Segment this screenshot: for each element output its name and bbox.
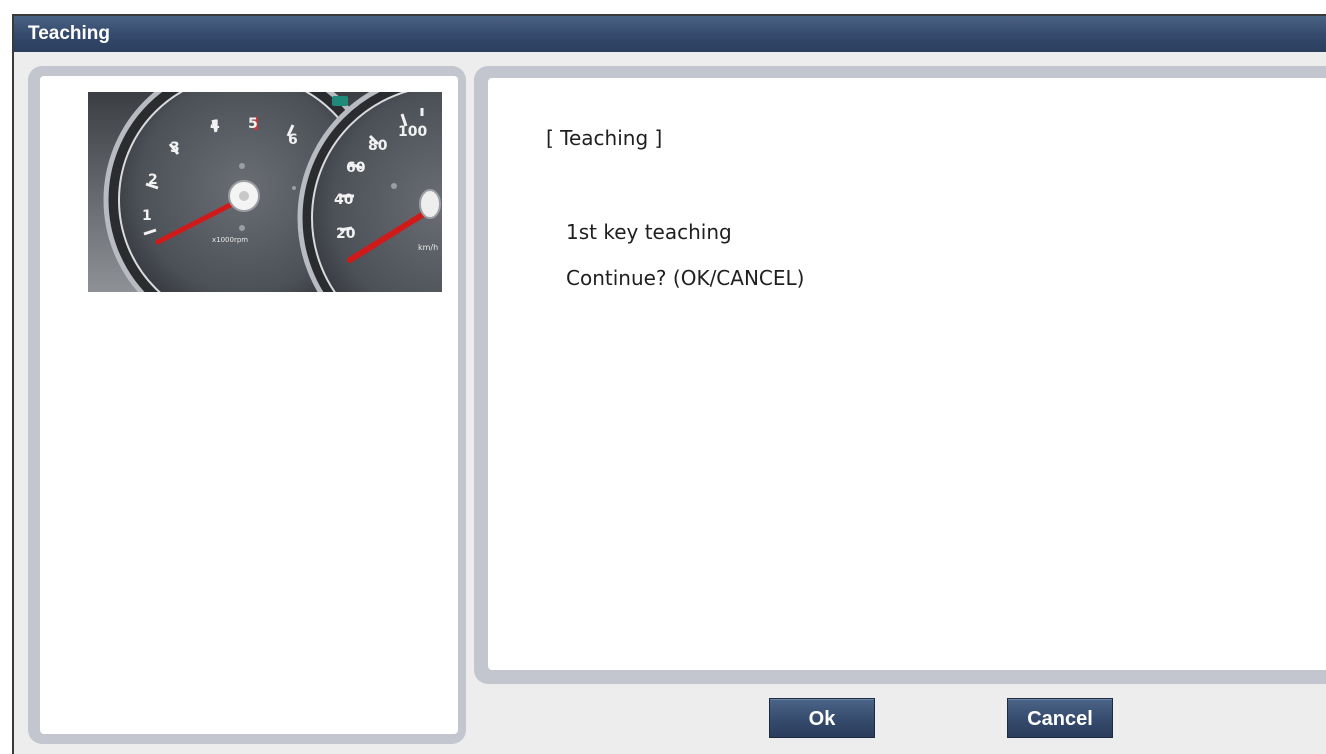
message-line-2: Continue? (OK/CANCEL) xyxy=(566,266,805,290)
ok-button[interactable]: Ok xyxy=(769,698,875,738)
message-panel: [ Teaching ] 1st key teaching Continue? … xyxy=(474,66,1326,684)
speed-tick-label: 100 xyxy=(398,124,427,140)
instrument-cluster-gauge-icon: 1 2 3 4 5 6 x1000rpm 20 40 60 80 100 km/… xyxy=(88,92,442,292)
speed-tick-label: 40 xyxy=(334,192,354,208)
speed-unit-label: km/h xyxy=(418,243,438,252)
window-title: Teaching xyxy=(28,23,110,44)
tach-tick-label: 5 xyxy=(248,116,258,132)
speed-tick-label: 80 xyxy=(368,138,388,154)
illustration-panel-inner: 1 2 3 4 5 6 x1000rpm 20 40 60 80 100 km/… xyxy=(40,76,458,734)
tach-tick-label: 4 xyxy=(210,118,220,134)
message-line-1: 1st key teaching xyxy=(566,220,732,244)
tach-unit-label: x1000rpm xyxy=(212,236,248,244)
illustration-panel: 1 2 3 4 5 6 x1000rpm 20 40 60 80 100 km/… xyxy=(28,66,466,744)
teaching-dialog: Teaching 1 2 3 4 5 6 x1000rpm 20 40 60 8… xyxy=(12,14,1326,754)
dialog-client-area: 1 2 3 4 5 6 x1000rpm 20 40 60 80 100 km/… xyxy=(14,52,1326,754)
tach-tick-label: 1 xyxy=(142,208,152,224)
message-area: [ Teaching ] 1st key teaching Continue? … xyxy=(488,78,1326,670)
speed-tick-label: 60 xyxy=(346,160,366,176)
message-heading: [ Teaching ] xyxy=(546,126,663,150)
tach-tick-label: 2 xyxy=(148,172,158,188)
speed-tick-label: 20 xyxy=(336,226,356,242)
window-title-bar[interactable]: Teaching xyxy=(14,16,1326,52)
cancel-button[interactable]: Cancel xyxy=(1007,698,1113,738)
tach-tick-label: 3 xyxy=(170,140,180,156)
tach-tick-label: 6 xyxy=(288,132,298,148)
